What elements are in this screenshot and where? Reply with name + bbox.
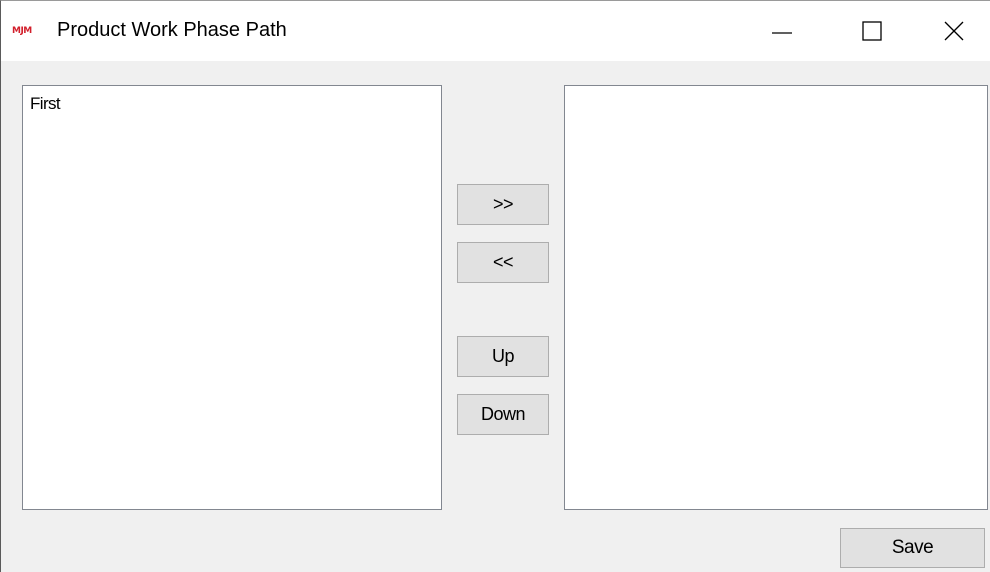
maximize-icon (862, 21, 882, 41)
move-up-button[interactable]: Up (457, 336, 549, 377)
available-phases-listbox[interactable]: First (22, 85, 442, 510)
remove-from-path-button[interactable]: << (457, 242, 549, 283)
minimize-button[interactable] (737, 1, 827, 61)
app-logo-icon: MJM (12, 26, 32, 36)
close-button[interactable] (917, 1, 990, 61)
product-work-phase-path-window: MJM Product Work Phase Path First >> << … (0, 0, 990, 572)
minimize-icon (772, 32, 792, 34)
maximize-button[interactable] (827, 1, 917, 61)
move-down-button[interactable]: Down (457, 394, 549, 435)
save-button[interactable]: Save (840, 528, 985, 568)
list-item[interactable]: First (30, 94, 61, 114)
close-icon (944, 21, 963, 41)
title-bar[interactable]: MJM Product Work Phase Path (1, 1, 990, 61)
selected-path-listbox[interactable] (564, 85, 988, 510)
window-title: Product Work Phase Path (57, 19, 287, 41)
add-to-path-button[interactable]: >> (457, 184, 549, 225)
